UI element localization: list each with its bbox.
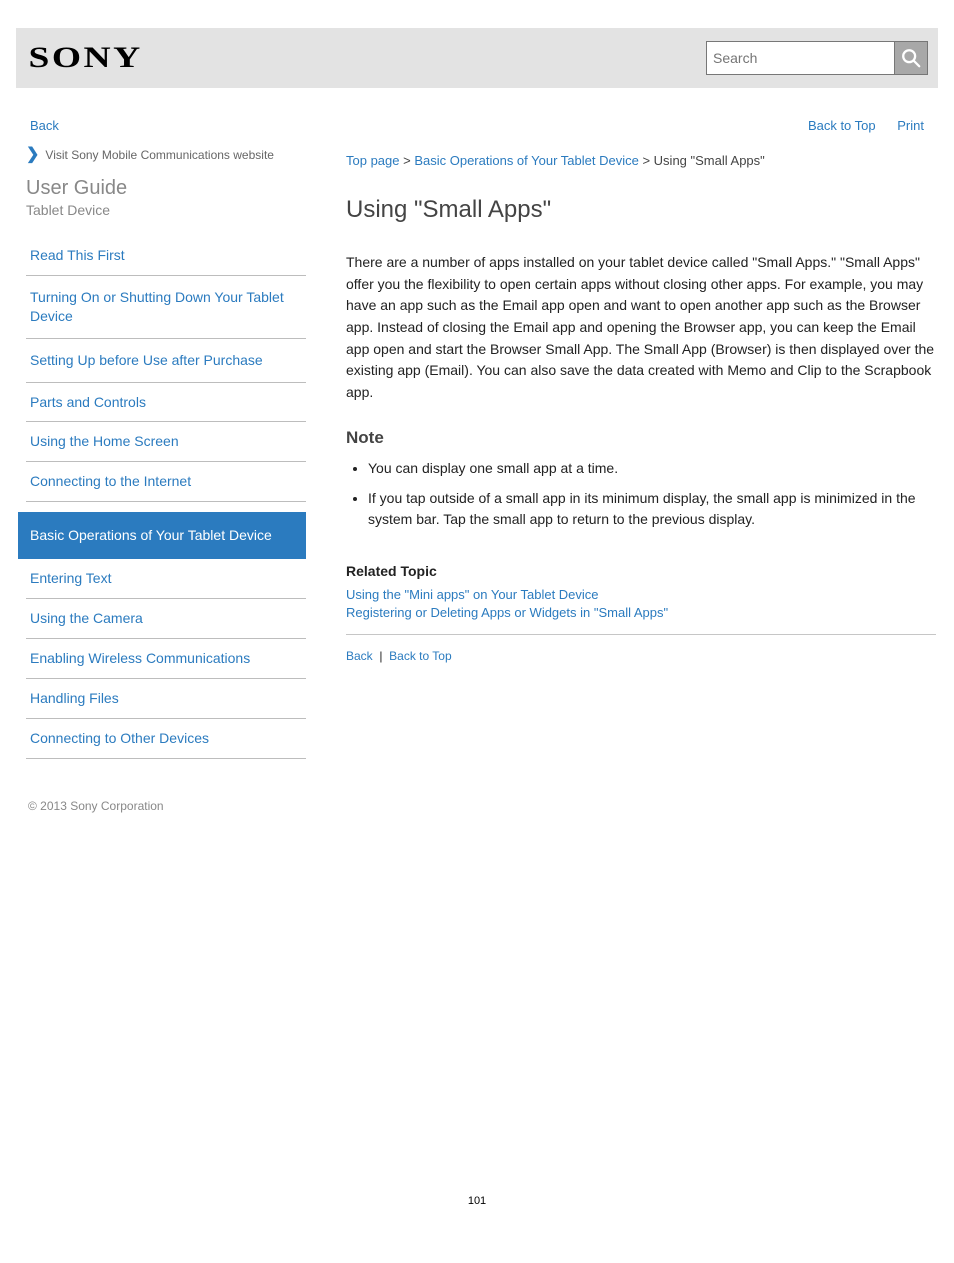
- magnifier-icon: [900, 47, 922, 69]
- note-item-1: You can display one small app at a time.: [368, 458, 936, 480]
- note-item-2: If you tap outside of a small app in its…: [368, 488, 936, 531]
- sidebar-item-power[interactable]: Turning On or Shutting Down Your Tablet …: [30, 286, 302, 328]
- sidebar-nav: Read This First Turning On or Shutting D…: [18, 236, 306, 759]
- sidebar-notice-text: Visit Sony Mobile Communications website: [45, 148, 274, 162]
- back-link-bottom[interactable]: Back: [346, 649, 373, 663]
- article-paragraph-1: There are a number of apps installed on …: [346, 252, 936, 404]
- related-topic-list: Using the "Mini apps" on Your Tablet Dev…: [346, 587, 936, 620]
- article: Using "Small Apps" There are a number of…: [346, 196, 936, 663]
- breadcrumb-current: Using "Small Apps": [654, 153, 765, 168]
- breadcrumb-sep-2: >: [639, 153, 654, 168]
- sidebar-item-setup[interactable]: Setting Up before Use after Purchase: [30, 349, 302, 372]
- breadcrumb: Top page > Basic Operations of Your Tabl…: [346, 153, 936, 168]
- header-bar: SONY: [16, 28, 938, 88]
- sidebar-item-read-this-first[interactable]: Read This First: [30, 246, 302, 265]
- sidebar-item-internet[interactable]: Connecting to the Internet: [30, 472, 302, 491]
- sidebar-item-wireless[interactable]: Enabling Wireless Communications: [30, 649, 302, 668]
- chevron-right-icon: ❯: [26, 147, 39, 163]
- related-topic-heading: Related Topic: [346, 563, 936, 579]
- print-link[interactable]: Print: [897, 118, 924, 133]
- footer-link-bar: Back | Back to Top: [346, 649, 936, 663]
- guide-title: User Guide: [26, 177, 306, 200]
- sidebar-item-files[interactable]: Handling Files: [30, 689, 302, 708]
- search-input[interactable]: [706, 41, 894, 75]
- sidebar: ❯ Visit Sony Mobile Communications websi…: [18, 147, 306, 813]
- top-link-bar: Back Back to Top Print: [30, 118, 924, 133]
- related-link-2[interactable]: Registering or Deleting Apps or Widgets …: [346, 605, 668, 620]
- page-number: 101: [468, 1195, 486, 1207]
- note-heading: Note: [346, 428, 936, 448]
- sidebar-item-connect-devices[interactable]: Connecting to Other Devices: [30, 729, 302, 748]
- back-to-top-link-top[interactable]: Back to Top: [808, 118, 876, 133]
- content-divider: [346, 634, 936, 635]
- back-link-top[interactable]: Back: [30, 118, 59, 133]
- search-button[interactable]: [894, 41, 928, 75]
- search-group: [706, 41, 928, 75]
- sidebar-notice[interactable]: ❯ Visit Sony Mobile Communications websi…: [26, 147, 306, 163]
- article-title: Using "Small Apps": [346, 196, 936, 224]
- device-model: Tablet Device: [26, 202, 306, 218]
- breadcrumb-sep-1: >: [400, 153, 415, 168]
- sidebar-copyright: © 2013 Sony Corporation: [28, 799, 306, 813]
- breadcrumb-top-link[interactable]: Top page: [346, 153, 400, 168]
- sidebar-item-home-screen[interactable]: Using the Home Screen: [30, 432, 302, 451]
- breadcrumb-category-link[interactable]: Basic Operations of Your Tablet Device: [414, 153, 639, 168]
- sidebar-item-entering-text[interactable]: Entering Text: [30, 569, 302, 588]
- sony-logo: SONY: [26, 41, 143, 75]
- related-link-1[interactable]: Using the "Mini apps" on Your Tablet Dev…: [346, 587, 599, 602]
- sidebar-item-camera[interactable]: Using the Camera: [30, 609, 302, 628]
- back-to-top-link-bottom[interactable]: Back to Top: [389, 649, 451, 663]
- sidebar-item-parts[interactable]: Parts and Controls: [30, 393, 302, 412]
- note-list: You can display one small app at a time.…: [368, 458, 936, 531]
- main-content: Top page > Basic Operations of Your Tabl…: [346, 147, 936, 813]
- sidebar-item-basic-ops-selected: Basic Operations of Your Tablet Device: [18, 512, 306, 559]
